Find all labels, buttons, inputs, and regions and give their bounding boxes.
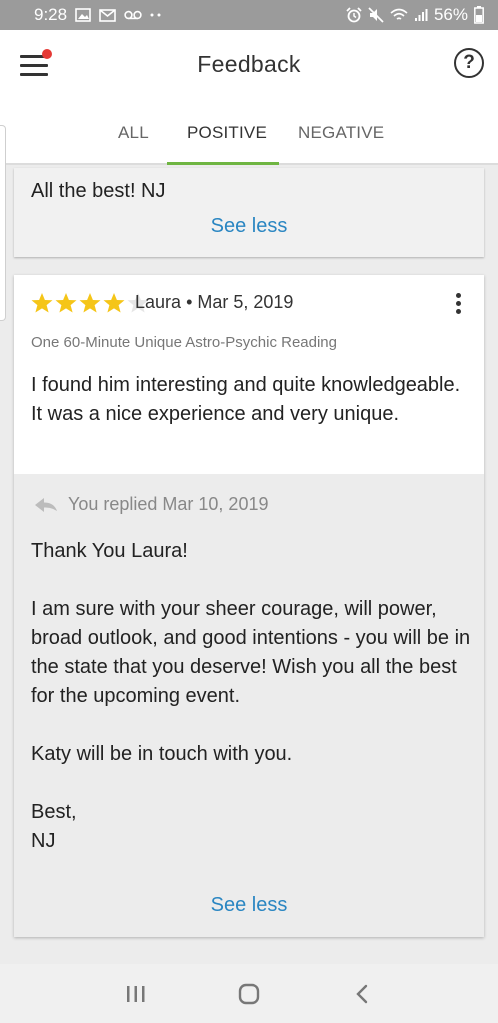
battery-icon [474,6,484,24]
review-date: Mar 5, 2019 [197,292,294,312]
review-text: I found him interesting and quite knowle… [31,374,461,425]
active-tab-indicator [167,162,279,165]
star-filled-icon [55,293,77,313]
voicemail-icon [124,10,142,20]
star-filled-icon [31,293,53,313]
status-time: 9:28 [34,5,68,24]
mail-notification-icon [99,8,116,22]
tab-negative[interactable]: NEGATIVE [298,123,384,143]
reply-section: You replied Mar 10, 2019 Thank You Laura… [14,474,484,937]
reply-signoff: All the best! NJ [31,180,166,202]
alarm-icon [346,7,362,23]
star-filled-icon [79,293,101,313]
meta-separator: • [186,292,198,312]
system-nav-bar [0,964,498,1023]
tab-positive[interactable]: POSITIVE [187,123,267,143]
review-meta: Laura • Mar 5, 2019 [135,292,293,313]
reply-date: You replied Mar 10, 2019 [68,494,269,514]
reply-header: You replied Mar 10, 2019 [34,494,268,515]
see-less-link[interactable]: See less [14,894,484,917]
status-bar: 9:28 56% [0,0,498,30]
star-rating [30,292,150,314]
star-filled-icon [103,293,125,313]
reply-arrow-icon [35,497,57,512]
back-icon[interactable] [342,974,382,1014]
menu-icon[interactable] [18,49,52,78]
image-notification-icon [75,8,91,22]
see-less-link[interactable]: See less [14,215,484,238]
side-drawer-handle[interactable] [0,125,6,321]
review-card: Laura • Mar 5, 2019 One 60-Minute Unique… [14,275,484,937]
mute-icon [368,7,384,23]
battery-percent: 56% [433,5,468,24]
page-title: Feedback [197,50,301,77]
home-icon[interactable] [229,974,269,1014]
review-author: Laura [135,292,182,312]
wifi-icon [390,8,408,22]
notification-dot [42,49,52,59]
previous-review-card: All the best! NJ See less [14,168,484,257]
signal-icon [414,8,428,22]
product-name: One 60-Minute Unique Astro-Psychic Readi… [31,334,337,351]
more-vertical-icon[interactable] [456,293,462,315]
app-header: Feedback ? [0,30,498,98]
tab-bar: ALL POSITIVE NEGATIVE [0,98,498,165]
reply-text: Thank You Laura! I am sure with your she… [31,540,471,852]
more-notifications-icon [150,12,162,18]
help-icon[interactable]: ? [454,48,484,78]
recents-icon[interactable] [116,974,156,1014]
tab-all[interactable]: ALL [118,123,149,143]
